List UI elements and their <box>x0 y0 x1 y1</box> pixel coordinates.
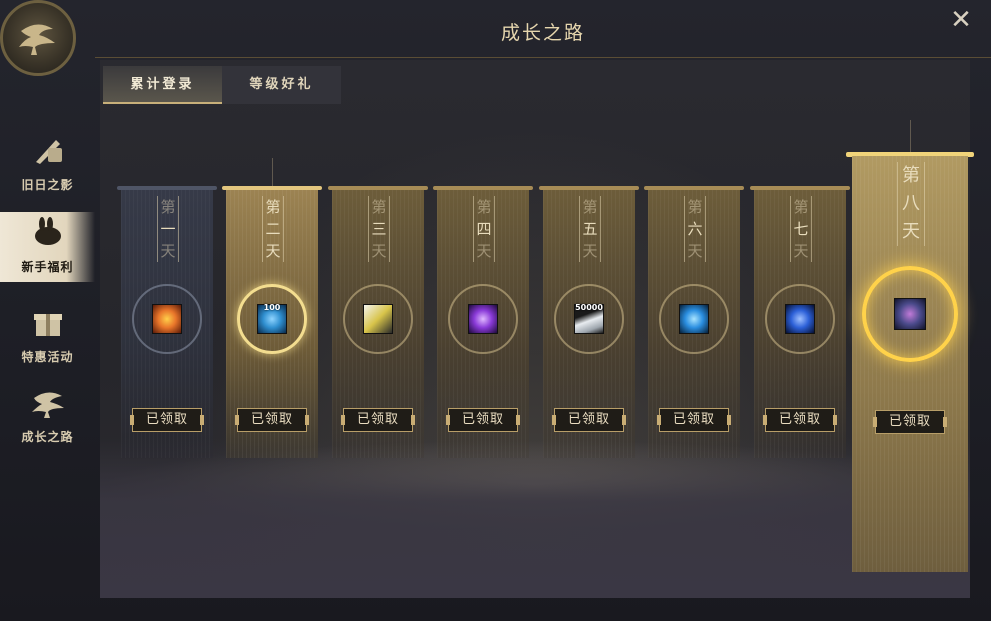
claimed-button[interactable]: 已领取 <box>657 408 731 432</box>
sidebar-item-growth-road[interactable]: 成长之路 <box>0 382 95 452</box>
floor-reflection <box>100 438 970 598</box>
banner-hook <box>910 120 911 152</box>
day-banner-2: 第二天 100 已领取 <box>222 158 322 458</box>
close-icon[interactable]: ✕ <box>949 7 973 33</box>
claimed-button[interactable]: 已领取 <box>763 408 837 432</box>
sidebar-item-label: 旧日之影 <box>21 178 74 192</box>
day-label: 第八天 <box>897 162 925 246</box>
day-label: 第三天 <box>368 196 390 262</box>
item-quantity: 50000 <box>575 303 603 312</box>
claimed-button[interactable]: 已领取 <box>552 408 626 432</box>
purple-gem-icon[interactable] <box>468 304 498 334</box>
tab-level-gifts[interactable]: 等级好礼 <box>222 66 341 104</box>
rabbit-cloud-icon <box>34 217 61 245</box>
silver-ingot-icon[interactable]: 50000 <box>574 303 604 334</box>
sidebar-item-old-shadow[interactable]: 旧日之影 <box>0 130 95 200</box>
fire-orb-icon[interactable] <box>152 304 182 334</box>
day-label: 第七天 <box>790 196 812 262</box>
title-bar: 成长之路 ✕ <box>95 0 991 58</box>
banner-hook <box>272 158 273 186</box>
sidebar-item-special-offers[interactable]: 特惠活动 <box>0 302 95 372</box>
claimed-button[interactable]: 已领取 <box>873 410 947 434</box>
tab-cumulative-login[interactable]: 累计登录 <box>103 66 222 104</box>
window-title: 成长之路 <box>500 22 585 44</box>
blue-crystal-icon[interactable] <box>785 304 815 334</box>
claimed-button[interactable]: 已领取 <box>446 408 520 432</box>
sidebar-item-label: 成长之路 <box>21 430 74 444</box>
pine-tree-emblem-icon <box>19 24 55 55</box>
day-banner-4: 第四天 已领取 <box>433 186 533 458</box>
sword-scroll-icon <box>35 140 62 164</box>
logo-emblem <box>0 0 76 76</box>
day-label: 第五天 <box>579 196 601 262</box>
day-banner-1: 第一天 已领取 <box>117 186 217 458</box>
day-banner-8: 第八天 已领取 <box>846 120 974 572</box>
sidebar-item-label: 特惠活动 <box>21 350 74 364</box>
sidebar: 旧日之影 新手福利 特惠活动 成长之路 <box>0 120 98 480</box>
day-banner-6: 第六天 已领取 <box>644 186 744 458</box>
mount-creature-icon[interactable] <box>894 298 926 330</box>
tiger-mask-icon[interactable] <box>363 304 393 334</box>
day-label: 第四天 <box>473 196 495 262</box>
game-window: 成长之路 ✕ 旧日之影 新手福利 特惠活动 成长之路 累计登录 等级好礼 第 一… <box>0 0 991 621</box>
gift-box-icon <box>33 314 62 336</box>
claimed-button[interactable]: 已领取 <box>341 408 415 432</box>
pine-tree-icon <box>31 392 64 418</box>
claimed-button[interactable]: 已领取 <box>130 408 204 432</box>
day-label: 第二天 <box>262 196 284 262</box>
sidebar-item-newbie-welfare[interactable]: 新手福利 <box>0 212 95 282</box>
sidebar-item-label: 新手福利 <box>21 260 74 274</box>
claimed-button[interactable]: 已领取 <box>235 408 309 432</box>
day-banner-3: 第三天 已领取 <box>328 186 428 458</box>
blue-orb-icon[interactable] <box>679 304 709 334</box>
day-banner-7: 第七天 已领取 <box>750 186 850 458</box>
item-quantity: 100 <box>263 303 281 312</box>
day-label: 第六天 <box>684 196 706 262</box>
blue-sphere-icon[interactable]: 100 <box>257 303 287 334</box>
day-label: 第一天 <box>157 196 179 262</box>
day-banner-5: 第五天 50000 已领取 <box>539 186 639 458</box>
